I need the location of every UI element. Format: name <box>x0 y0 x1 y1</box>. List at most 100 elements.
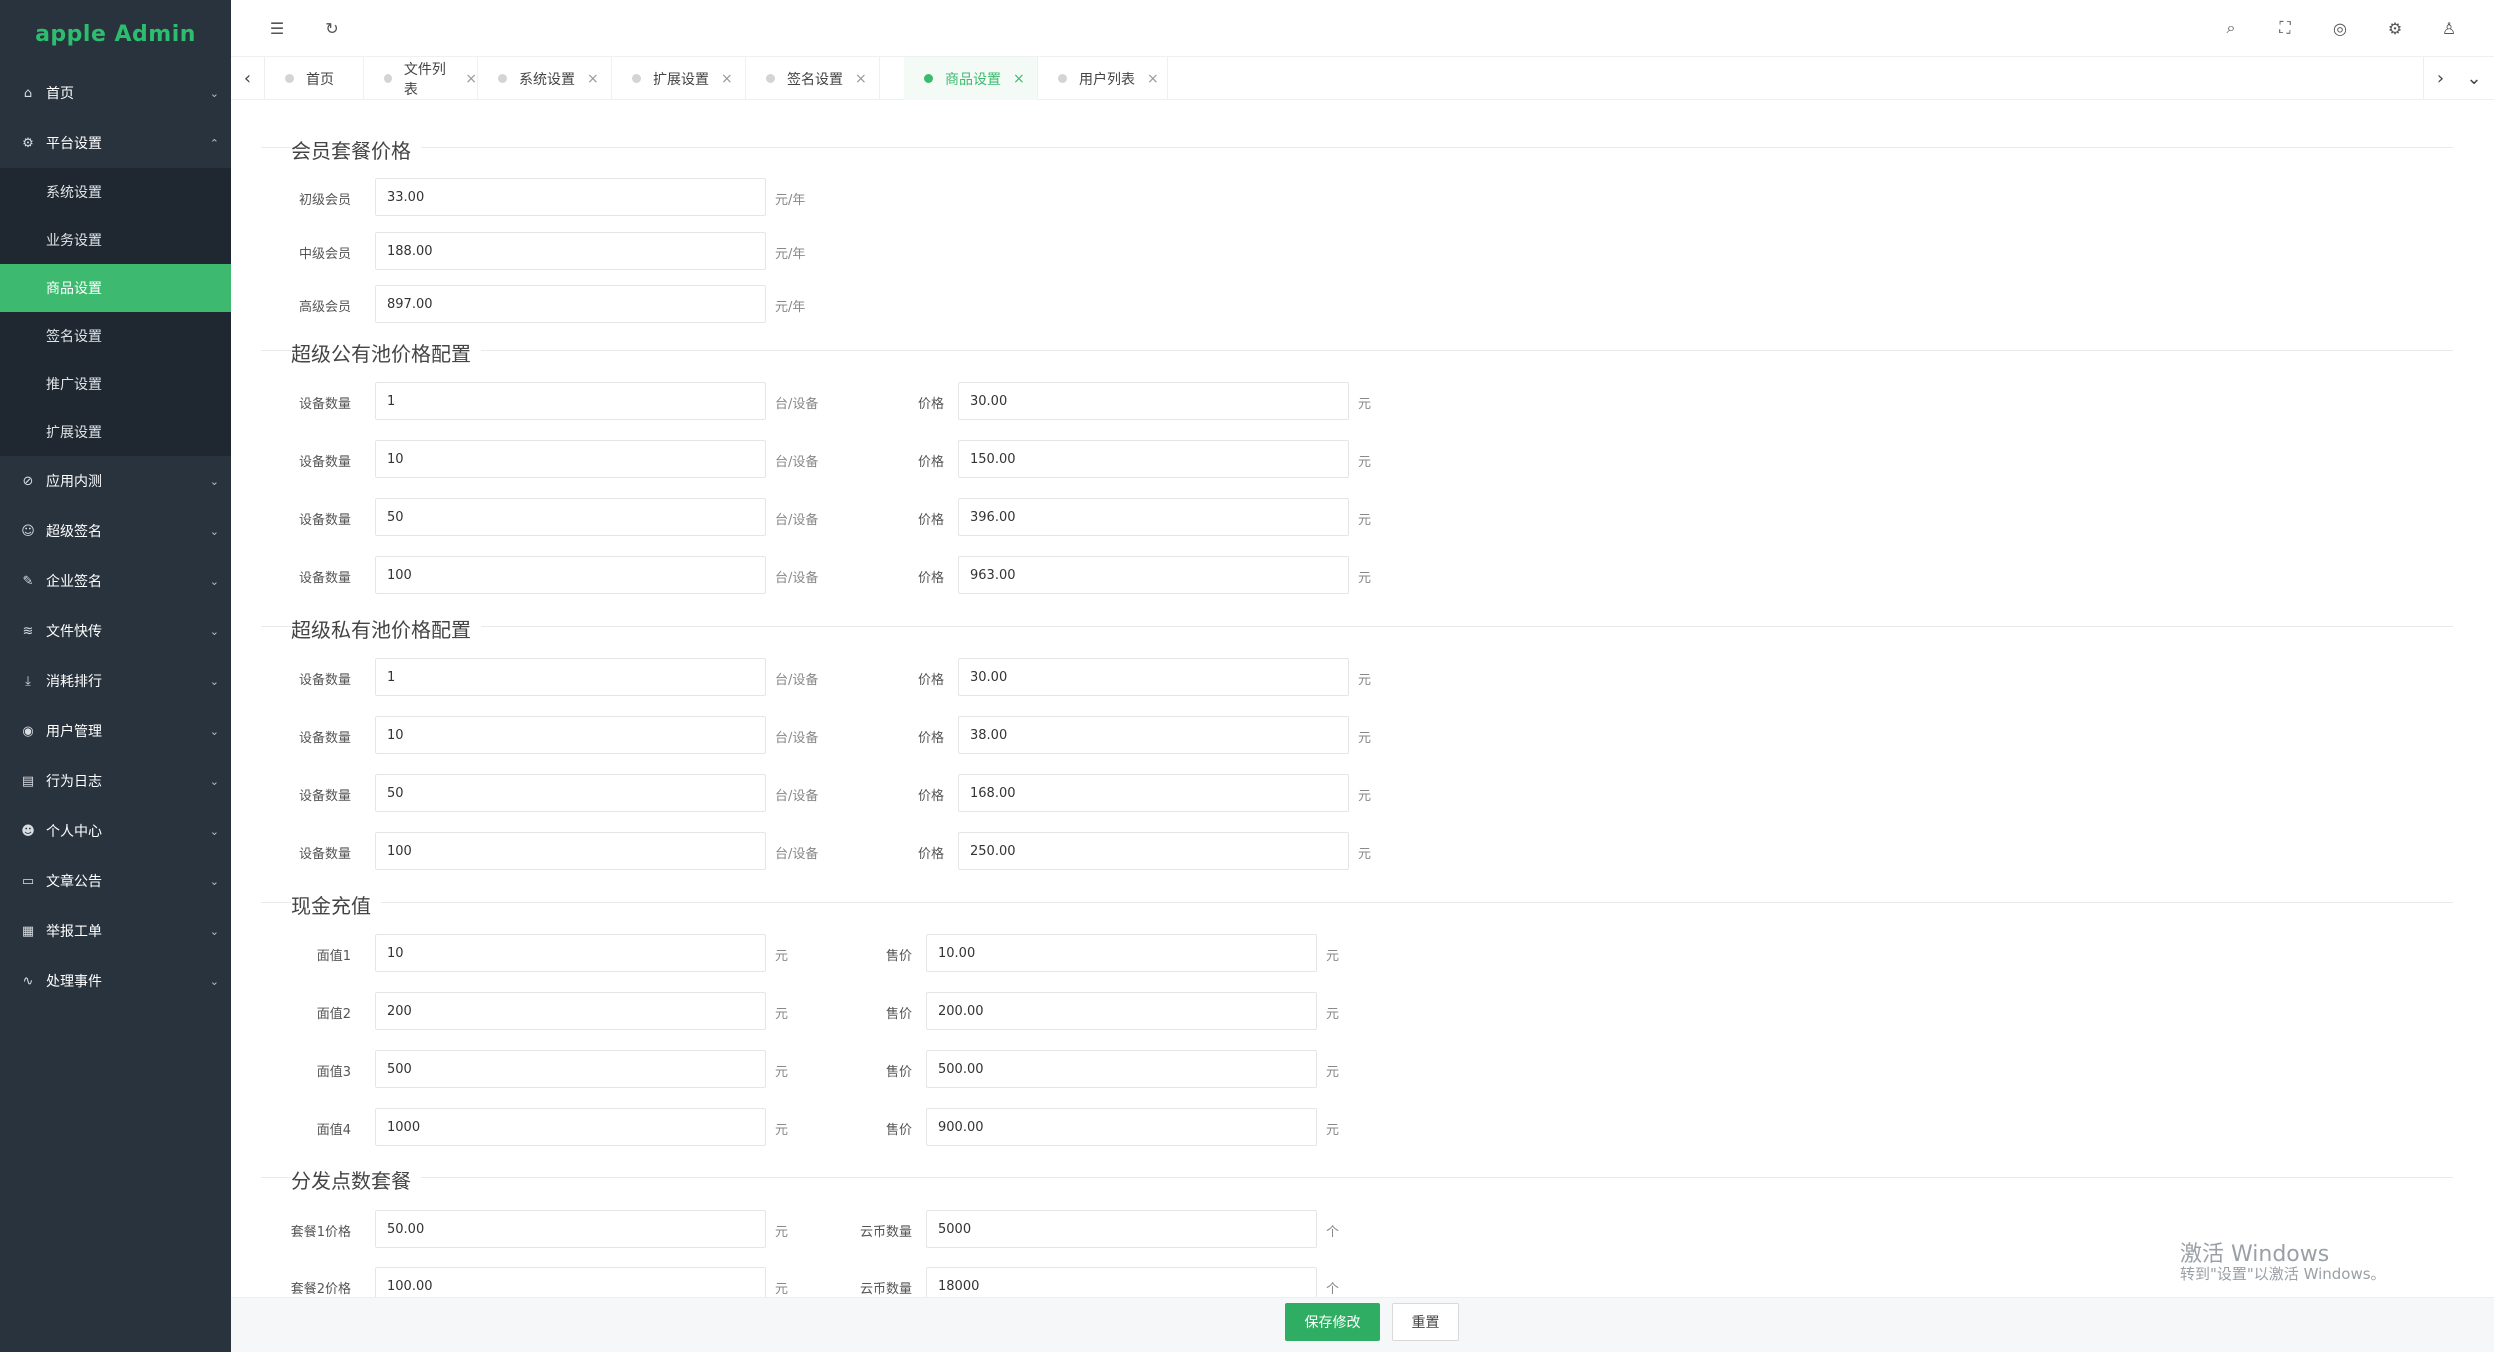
value-input-2[interactable]: 200.00 <box>926 992 1317 1030</box>
value-input[interactable]: 33.00 <box>375 178 766 216</box>
close-icon[interactable]: × <box>1147 71 1159 87</box>
field-label-2: 价格 <box>917 731 944 746</box>
close-icon[interactable]: × <box>465 71 477 87</box>
sidebar-item-7[interactable]: ◉ 用户管理 ⌄ <box>0 706 231 756</box>
value-input-2[interactable]: 5000 <box>926 1210 1317 1248</box>
section-title: 分发点数套餐 <box>291 1165 421 1194</box>
tab-label: 签名设置 <box>787 71 843 88</box>
tab-1[interactable]: 文件列表 × <box>364 57 478 100</box>
value-input[interactable]: 500 <box>375 1050 766 1088</box>
section-divider <box>261 626 2453 627</box>
close-icon[interactable]: × <box>721 71 733 87</box>
value-input-2[interactable]: 30.00 <box>958 658 1349 696</box>
sidebar-item-8[interactable]: ▤ 行为日志 ⌄ <box>0 756 231 806</box>
value-input-2[interactable]: 900.00 <box>926 1108 1317 1146</box>
sidebar-menu: ⌂ 首页 ⌄ ⚙ 平台设置 ⌃ 系统设置 业务设置 商品设置 签名设置 推广设置 扩展设置 ⊘ 应用内测 ⌄… <box>0 68 231 1006</box>
sidebar-item-1[interactable]: ⚙ 平台设置 ⌃ <box>0 118 231 168</box>
sidebar-subitem-3[interactable]: 签名设置 <box>0 312 231 360</box>
chevron-right-icon: › <box>2436 68 2445 89</box>
value-input-2[interactable]: 500.00 <box>926 1050 1317 1088</box>
sidebar-item-11[interactable]: ▦ 举报工单 ⌄ <box>0 906 231 956</box>
sidebar-item-4[interactable]: ✎ 企业签名 ⌄ <box>0 556 231 606</box>
tab-more-button[interactable]: ⌄ <box>2457 57 2491 100</box>
unit-label-2: 个 <box>1326 1282 1340 1297</box>
value-input-2[interactable]: 168.00 <box>958 774 1349 812</box>
tab-4[interactable]: 签名设置 × <box>746 57 880 100</box>
value-input[interactable]: 50 <box>375 498 766 536</box>
sidebar-subitem-1[interactable]: 业务设置 <box>0 216 231 264</box>
value-input[interactable]: 1000 <box>375 1108 766 1146</box>
monitor-icon: ▭ <box>21 873 35 889</box>
sidebar-item-label: 处理事件 <box>46 974 102 990</box>
sidebar-item-10[interactable]: ▭ 文章公告 ⌄ <box>0 856 231 906</box>
tab-prev-button[interactable]: ‹ <box>231 57 265 100</box>
settings-icon[interactable]: ⚙ <box>2384 17 2406 39</box>
app-logo[interactable]: apple Admin <box>0 0 231 68</box>
field-label: 设备数量 <box>298 673 351 688</box>
tab-6[interactable]: 用户列表 × <box>1038 57 1168 100</box>
close-icon[interactable]: × <box>587 71 599 87</box>
tab-2[interactable]: 系统设置 × <box>478 57 612 100</box>
value-input-2[interactable]: 396.00 <box>958 498 1349 536</box>
tab-status-dot <box>1058 74 1067 83</box>
sidebar-item-label: 个人中心 <box>46 824 102 840</box>
save-button[interactable]: 保存修改 <box>1285 1303 1380 1341</box>
close-icon[interactable]: × <box>1013 71 1025 87</box>
tab-label: 文件列表 <box>403 61 446 98</box>
value-input-2[interactable]: 150.00 <box>958 440 1349 478</box>
value-input[interactable]: 10 <box>375 934 766 972</box>
field-label: 高级会员 <box>298 300 351 315</box>
sidebar-item-2[interactable]: ⊘ 应用内测 ⌄ <box>0 456 231 506</box>
sidebar-subitem-5[interactable]: 扩展设置 <box>0 408 231 456</box>
value-input-2[interactable]: 250.00 <box>958 832 1349 870</box>
menu-toggle-icon[interactable]: ☰ <box>266 17 288 39</box>
value-input[interactable]: 1 <box>375 382 766 420</box>
value-input-2[interactable]: 10.00 <box>926 934 1317 972</box>
user-icon[interactable]: ♙ <box>2438 17 2460 39</box>
download-icon: ⤓ <box>25 673 31 689</box>
reset-button[interactable]: 重置 <box>1392 1303 1459 1341</box>
value-input[interactable]: 100 <box>375 556 766 594</box>
sidebar-subitem-0[interactable]: 系统设置 <box>0 168 231 216</box>
sidebar-item-5[interactable]: ≋ 文件快传 ⌄ <box>0 606 231 656</box>
sidebar-subitem-4[interactable]: 推广设置 <box>0 360 231 408</box>
value-input[interactable]: 50.00 <box>375 1210 766 1248</box>
sidebar-item-label: 行为日志 <box>46 774 102 790</box>
value-input[interactable]: 100 <box>375 832 766 870</box>
tab-0[interactable]: 首页 <box>265 57 364 100</box>
unit-label-2: 元 <box>1326 1065 1340 1080</box>
tab-next-button[interactable]: › <box>2423 57 2457 100</box>
sidebar-item-3[interactable]: ☺ 超级签名 ⌄ <box>0 506 231 556</box>
sidebar-subitem-2[interactable]: 商品设置 <box>0 264 231 312</box>
value-input[interactable]: 200 <box>375 992 766 1030</box>
value-input-2[interactable]: 38.00 <box>958 716 1349 754</box>
sidebar-item-9[interactable]: ☻ 个人中心 ⌄ <box>0 806 231 856</box>
sidebar-item-0[interactable]: ⌂ 首页 ⌄ <box>0 68 231 118</box>
value-input[interactable]: 188.00 <box>375 232 766 270</box>
tab-status-dot <box>384 74 392 83</box>
value-input[interactable]: 50 <box>375 774 766 812</box>
sidebar-item-12[interactable]: ∿ 处理事件 ⌄ <box>0 956 231 1006</box>
field-label-2: 售价 <box>885 1123 912 1138</box>
sidebar-item-label: 应用内测 <box>46 474 102 490</box>
unit-label-2: 元 <box>1358 571 1372 586</box>
value-input[interactable]: 10 <box>375 716 766 754</box>
value-input[interactable]: 897.00 <box>375 285 766 323</box>
globe-icon[interactable]: ◎ <box>2329 17 2351 39</box>
section-title: 超级私有池价格配置 <box>291 614 481 643</box>
search-icon[interactable]: ⌕ <box>2220 17 2242 39</box>
sidebar-item-6[interactable]: ⤓ 消耗排行 ⌄ <box>0 656 231 706</box>
value-input-2[interactable]: 30.00 <box>958 382 1349 420</box>
tab-3[interactable]: 扩展设置 × <box>612 57 746 100</box>
field-label-2: 价格 <box>917 847 944 862</box>
fullscreen-icon[interactable]: ⛶ <box>2274 17 2296 39</box>
tab-label: 扩展设置 <box>653 71 709 88</box>
tab-5[interactable]: 商品设置 × <box>904 57 1038 100</box>
tab-status-dot <box>498 74 507 83</box>
value-input[interactable]: 1 <box>375 658 766 696</box>
close-icon[interactable]: × <box>855 71 867 87</box>
field-label-2: 价格 <box>917 789 944 804</box>
refresh-icon[interactable]: ↻ <box>321 17 343 39</box>
value-input[interactable]: 10 <box>375 440 766 478</box>
value-input-2[interactable]: 963.00 <box>958 556 1349 594</box>
